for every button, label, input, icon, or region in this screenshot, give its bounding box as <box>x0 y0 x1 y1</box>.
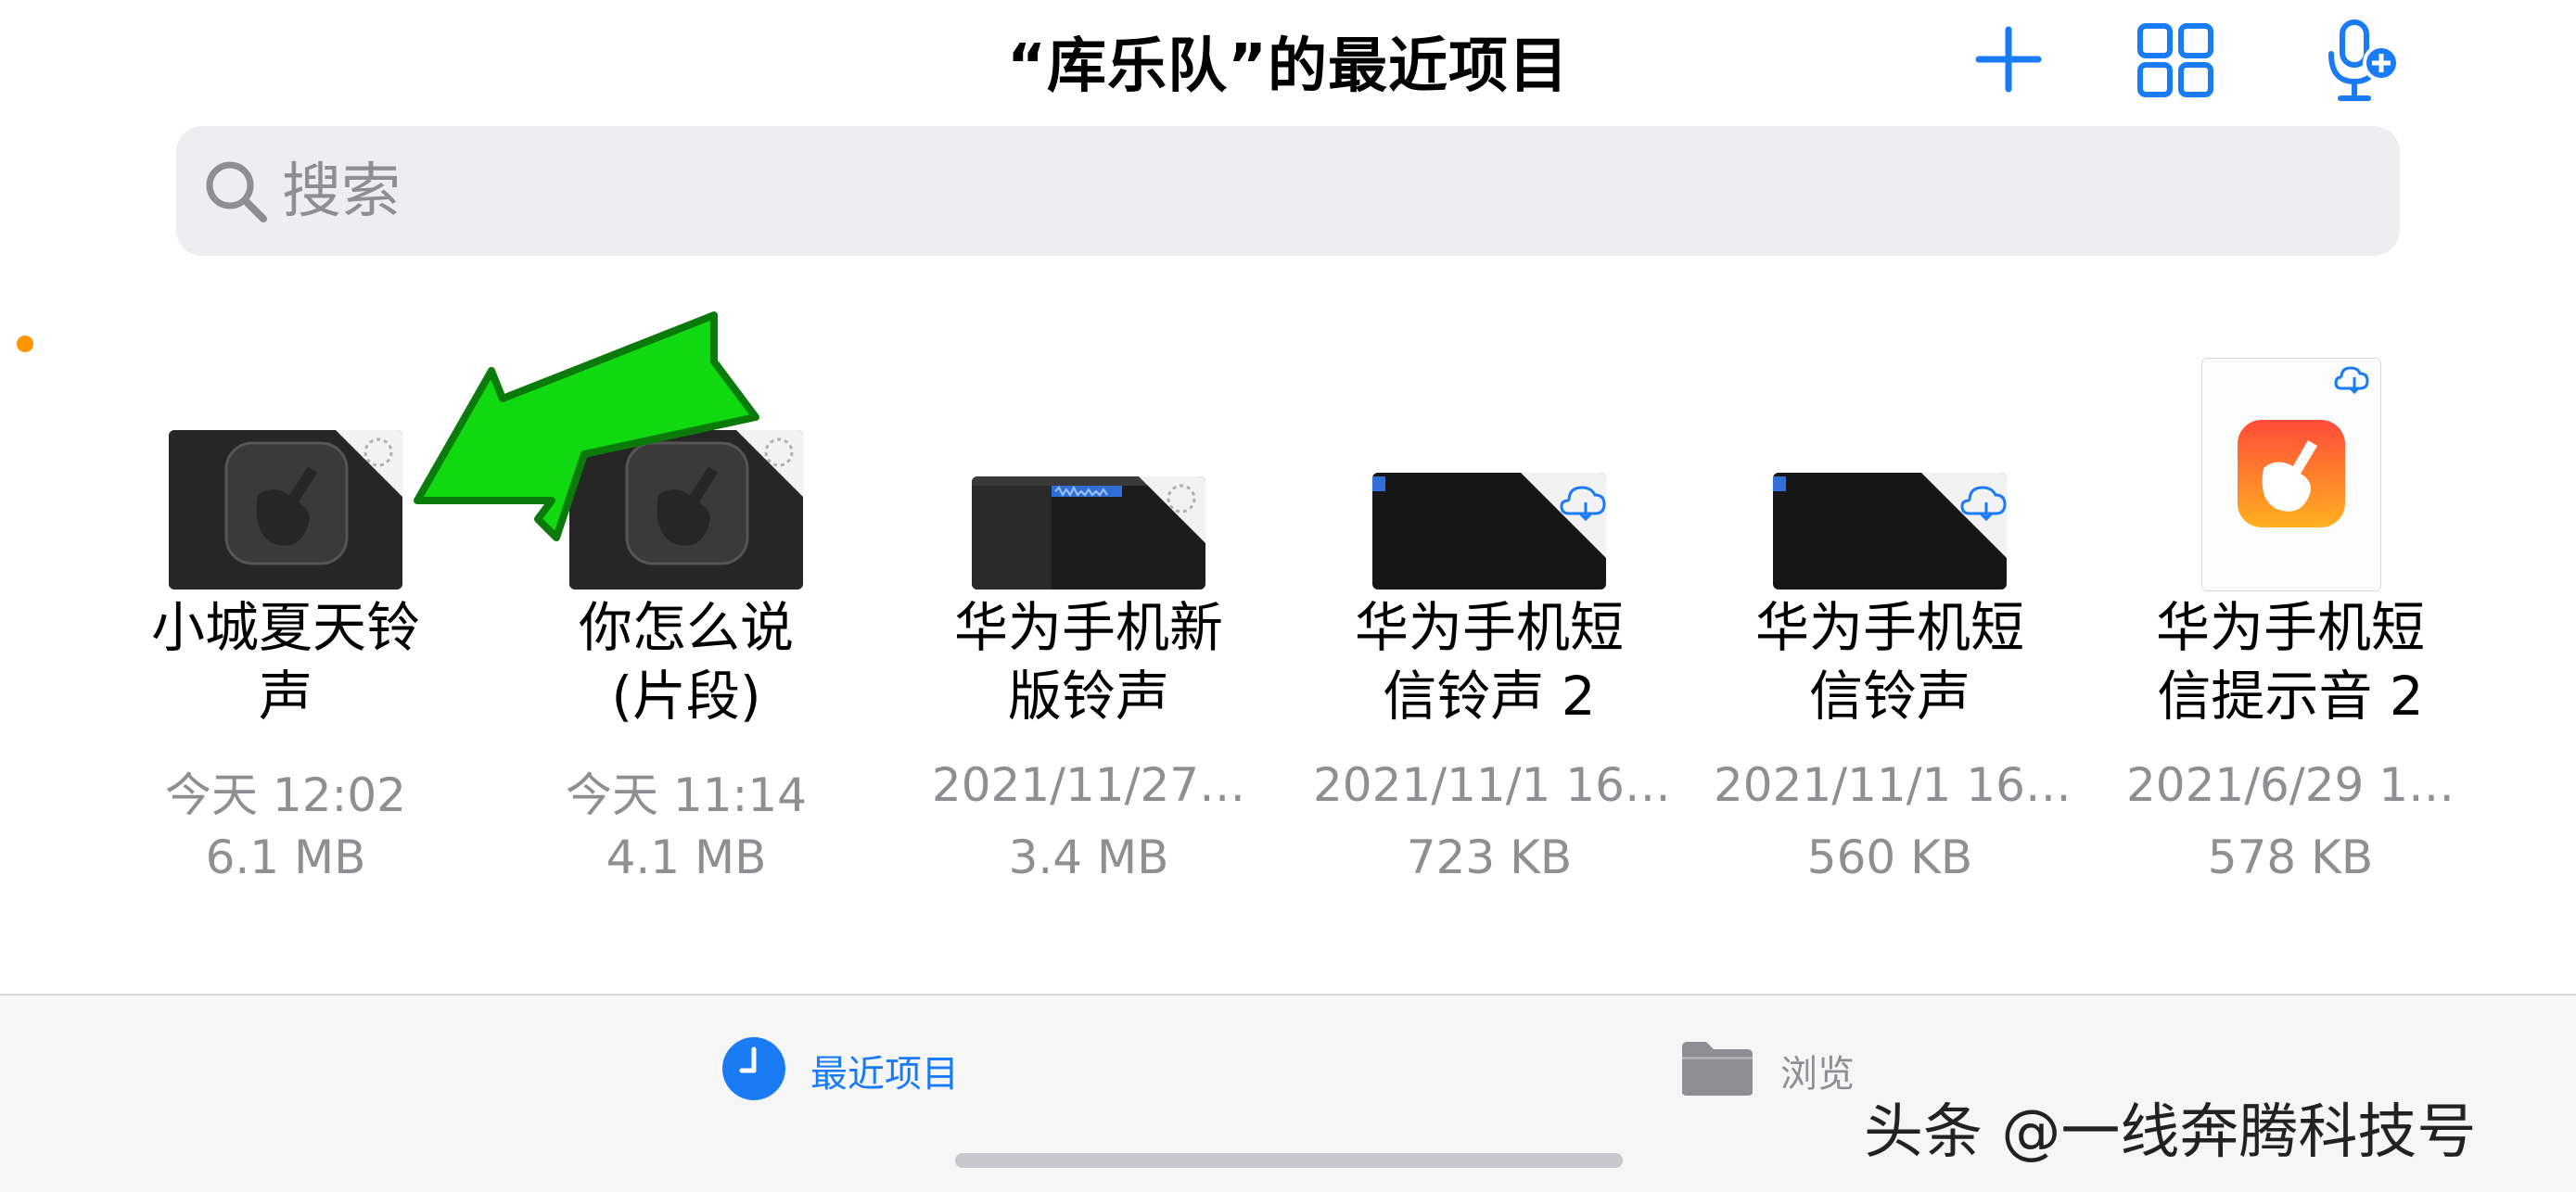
file-thumbnail <box>1372 473 1606 590</box>
file-size: 4.1 MB <box>606 831 767 884</box>
file-thumbnail <box>169 430 402 590</box>
file-item[interactable]: 华为手机短 信铃声 2 2021/11/1 16… 723 KB <box>1313 408 1665 890</box>
file-name-line2: (片段) <box>611 665 761 728</box>
file-date: 2021/11/1 16… <box>1313 758 1665 812</box>
file-thumbnail <box>1773 473 2007 590</box>
grid-view-button[interactable] <box>2131 15 2220 104</box>
file-name-line1: 华为手机短 <box>1354 596 1624 659</box>
home-indicator[interactable] <box>955 1153 1623 1168</box>
file-name-line2: 信铃声 2 <box>1383 665 1596 728</box>
tab-recent-label: 最近项目 <box>810 1053 959 1096</box>
file-date: 2021/6/29 1… <box>2125 758 2455 812</box>
file-size: 578 KB <box>2207 831 2374 884</box>
watermark: 头条 @一线奔腾科技号 <box>1864 1098 2477 1167</box>
file-name-line2: 信提示音 2 <box>2157 665 2424 728</box>
file-thumbnail <box>972 476 1205 590</box>
file-name-line2: 版铃声 <box>1007 665 1169 728</box>
file-name-line1: 华为手机短 <box>1754 596 2024 659</box>
file-date: 2021/11/1 16… <box>1714 758 2066 812</box>
folder-icon <box>1682 1042 1753 1096</box>
file-name-line2: 声 <box>258 665 312 728</box>
microphone-add-icon <box>2328 19 2400 101</box>
file-size: 560 KB <box>1806 831 1973 884</box>
tab-browse[interactable]: 浏览 <box>1680 1023 1884 1116</box>
file-name-line1: 你怎么说 <box>578 596 794 659</box>
add-button[interactable] <box>1964 15 2053 104</box>
file-name-line2: 信铃声 <box>1808 665 1970 728</box>
clock-icon <box>722 1037 785 1100</box>
file-size: 3.4 MB <box>1008 831 1169 884</box>
search-input[interactable] <box>280 145 2324 239</box>
file-date: 今天 12:02 <box>165 768 406 822</box>
search-bar[interactable] <box>176 126 2400 256</box>
file-thumbnail <box>2201 358 2381 591</box>
grid-view-icon <box>2137 23 2213 97</box>
file-name-line1: 小城夏天铃 <box>150 596 420 659</box>
file-item[interactable]: 华为手机新 版铃声 2021/11/27… 3.4 MB <box>912 408 1265 890</box>
file-item[interactable]: 华为手机短 信提示音 2 2021/6/29 1… 578 KB <box>2114 358 2467 890</box>
new-recording-button[interactable] <box>2318 15 2407 104</box>
tab-recent[interactable]: 最近项目 <box>721 1023 963 1116</box>
file-date: 今天 11:14 <box>566 768 807 822</box>
file-size: 723 KB <box>1406 831 1573 884</box>
search-icon <box>206 161 267 222</box>
annotation-arrow-icon <box>414 311 759 541</box>
sync-status-dot <box>17 336 33 352</box>
plus-icon <box>1975 26 2042 93</box>
file-date: 2021/11/27… <box>931 758 1246 812</box>
file-item[interactable]: 华为手机短 信铃声 2021/11/1 16… 560 KB <box>1714 408 2066 890</box>
file-name-line1: 华为手机短 <box>2155 596 2425 659</box>
file-name-line1: 华为手机新 <box>953 596 1223 659</box>
tab-browse-label: 浏览 <box>1780 1053 1855 1096</box>
file-size: 6.1 MB <box>205 831 366 884</box>
